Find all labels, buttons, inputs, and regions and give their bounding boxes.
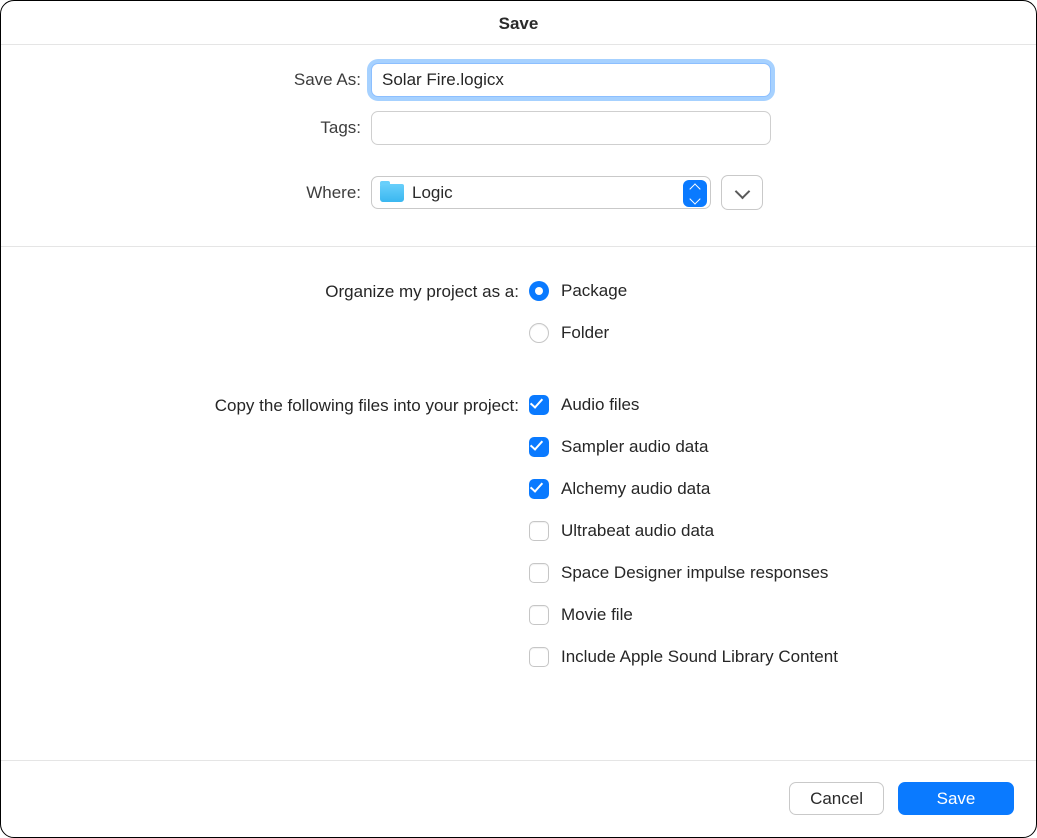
organize-package-option[interactable]: Package <box>529 277 627 305</box>
folder-icon <box>380 184 404 202</box>
organize-folder-label: Folder <box>561 323 609 343</box>
checkbox-off-icon <box>529 605 549 625</box>
save-dialog: Save Save As: Tags: Where: Logic <box>0 0 1037 838</box>
tags-label: Tags: <box>1 118 371 138</box>
expand-browser-button[interactable] <box>721 175 763 210</box>
copy-check-item[interactable]: Movie file <box>529 601 838 629</box>
tags-row: Tags: <box>1 111 1036 145</box>
save-as-row: Save As: <box>1 63 1036 97</box>
copy-check-item[interactable]: Audio files <box>529 391 838 419</box>
copy-check-label: Space Designer impulse responses <box>561 563 828 583</box>
organize-group: Organize my project as a: Package Folder <box>1 277 1036 347</box>
options-section: Organize my project as a: Package Folder… <box>1 247 1036 691</box>
copy-check-label: Sampler audio data <box>561 437 708 457</box>
copy-check-item[interactable]: Include Apple Sound Library Content <box>529 643 838 671</box>
checkbox-on-icon <box>529 395 549 415</box>
dialog-title: Save <box>1 1 1036 44</box>
where-popup[interactable]: Logic <box>371 176 711 209</box>
organize-label: Organize my project as a: <box>1 277 529 307</box>
where-value: Logic <box>412 183 453 203</box>
organize-folder-option[interactable]: Folder <box>529 319 627 347</box>
copy-check-item[interactable]: Sampler audio data <box>529 433 838 461</box>
save-as-input[interactable] <box>371 63 771 97</box>
save-button[interactable]: Save <box>898 782 1014 815</box>
divider <box>1 760 1036 761</box>
checkbox-on-icon <box>529 479 549 499</box>
where-row: Where: Logic <box>1 175 1036 210</box>
checkbox-off-icon <box>529 647 549 667</box>
copy-check-label: Movie file <box>561 605 633 625</box>
checkbox-on-icon <box>529 437 549 457</box>
copy-check-item[interactable]: Ultrabeat audio data <box>529 517 838 545</box>
where-label: Where: <box>1 183 371 203</box>
copy-check-label: Include Apple Sound Library Content <box>561 647 838 667</box>
radio-off-icon <box>529 323 549 343</box>
checkbox-off-icon <box>529 521 549 541</box>
checkbox-off-icon <box>529 563 549 583</box>
copy-files-label: Copy the following files into your proje… <box>1 391 529 421</box>
save-as-label: Save As: <box>1 70 371 90</box>
popup-indicator-icon <box>683 180 707 207</box>
copy-check-label: Audio files <box>561 395 639 415</box>
copy-check-item[interactable]: Space Designer impulse responses <box>529 559 838 587</box>
copy-check-item[interactable]: Alchemy audio data <box>529 475 838 503</box>
tags-input[interactable] <box>371 111 771 145</box>
dialog-footer: Cancel Save <box>1 764 1036 837</box>
copy-files-group: Copy the following files into your proje… <box>1 391 1036 671</box>
copy-check-label: Alchemy audio data <box>561 479 710 499</box>
radio-on-icon <box>529 281 549 301</box>
cancel-button[interactable]: Cancel <box>789 782 884 815</box>
organize-package-label: Package <box>561 281 627 301</box>
chevron-down-icon <box>734 183 750 199</box>
file-fields-section: Save As: Tags: Where: Logic <box>1 45 1036 246</box>
copy-check-label: Ultrabeat audio data <box>561 521 714 541</box>
